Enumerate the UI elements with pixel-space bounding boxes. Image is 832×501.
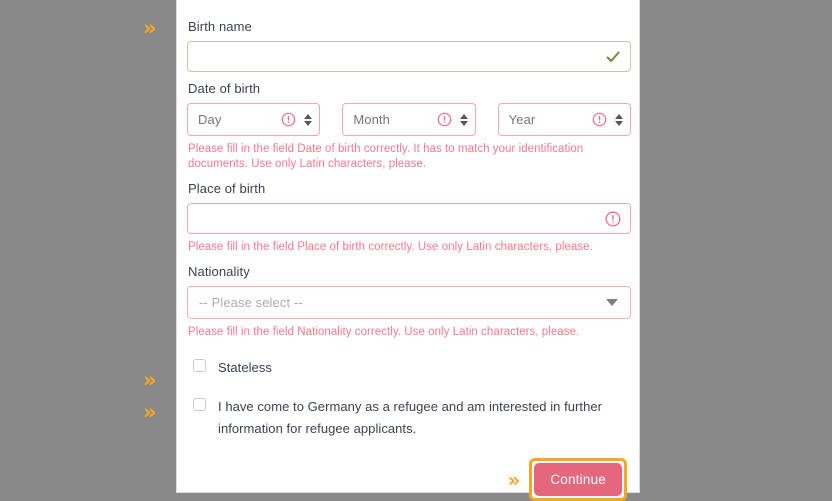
stateless-label: Stateless	[218, 360, 272, 375]
year-select[interactable]: Year	[497, 103, 631, 136]
date-of-birth-row: Day Month Year	[187, 103, 631, 136]
birth-name-label: Birth name	[188, 19, 252, 34]
warning-circle-icon	[437, 112, 452, 127]
pointer-chevron-continue: »	[507, 467, 520, 492]
refugee-checkbox[interactable]	[193, 398, 206, 411]
year-spinner-icon[interactable]	[614, 113, 624, 126]
registration-form-card: Birth name Date of birth Day Month Year …	[176, 0, 640, 501]
nationality-error: Please fill in the field Nationality cor…	[188, 326, 580, 338]
nationality-selected-text: -- Please select --	[199, 295, 303, 310]
year-select-text: Year	[508, 112, 536, 127]
refugee-label: I have come to Germany as a refugee and …	[218, 399, 603, 436]
nationality-label: Nationality	[188, 264, 250, 279]
birth-name-input-wrap	[187, 41, 631, 72]
continue-button[interactable]: Continue	[534, 463, 622, 496]
pointer-chevron-stateless: »	[143, 368, 156, 392]
place-of-birth-group: Place of birth Please fill in the field …	[187, 180, 631, 255]
month-select-text: Month	[353, 112, 390, 127]
form-footer: » Continue	[187, 458, 629, 501]
birth-name-input[interactable]	[187, 41, 631, 72]
birth-name-group: Birth name	[187, 18, 631, 72]
warning-circle-icon	[592, 112, 607, 127]
day-spinner-icon[interactable]	[303, 113, 313, 126]
date-of-birth-group: Date of birth Day Month Year Please fill…	[187, 80, 631, 172]
place-of-birth-error: Please fill in the field Place of birth …	[188, 241, 593, 253]
month-spinner-icon[interactable]	[459, 113, 469, 126]
warning-circle-icon	[281, 112, 296, 127]
day-select-text: Day	[198, 112, 222, 127]
continue-button-focus-ring: Continue	[529, 458, 627, 501]
nationality-select[interactable]: -- Please select --	[187, 286, 631, 319]
day-select[interactable]: Day	[187, 103, 321, 136]
pointer-chevron-refugee: »	[143, 400, 156, 424]
chevron-down-icon	[606, 299, 618, 306]
date-of-birth-error: Please fill in the field Date of birth c…	[188, 143, 584, 170]
nationality-group: Nationality -- Please select -- Please f…	[187, 263, 631, 340]
stateless-checkbox-row[interactable]: Stateless	[193, 357, 629, 379]
refugee-checkbox-row[interactable]: I have come to Germany as a refugee and …	[193, 396, 629, 440]
date-of-birth-label: Date of birth	[188, 81, 261, 96]
pointer-chevron-top: »	[143, 16, 156, 40]
place-of-birth-input-wrap	[187, 203, 631, 234]
place-of-birth-label: Place of birth	[188, 181, 266, 196]
place-of-birth-input[interactable]	[187, 203, 631, 234]
month-select[interactable]: Month	[342, 103, 476, 136]
stateless-checkbox[interactable]	[193, 359, 206, 372]
